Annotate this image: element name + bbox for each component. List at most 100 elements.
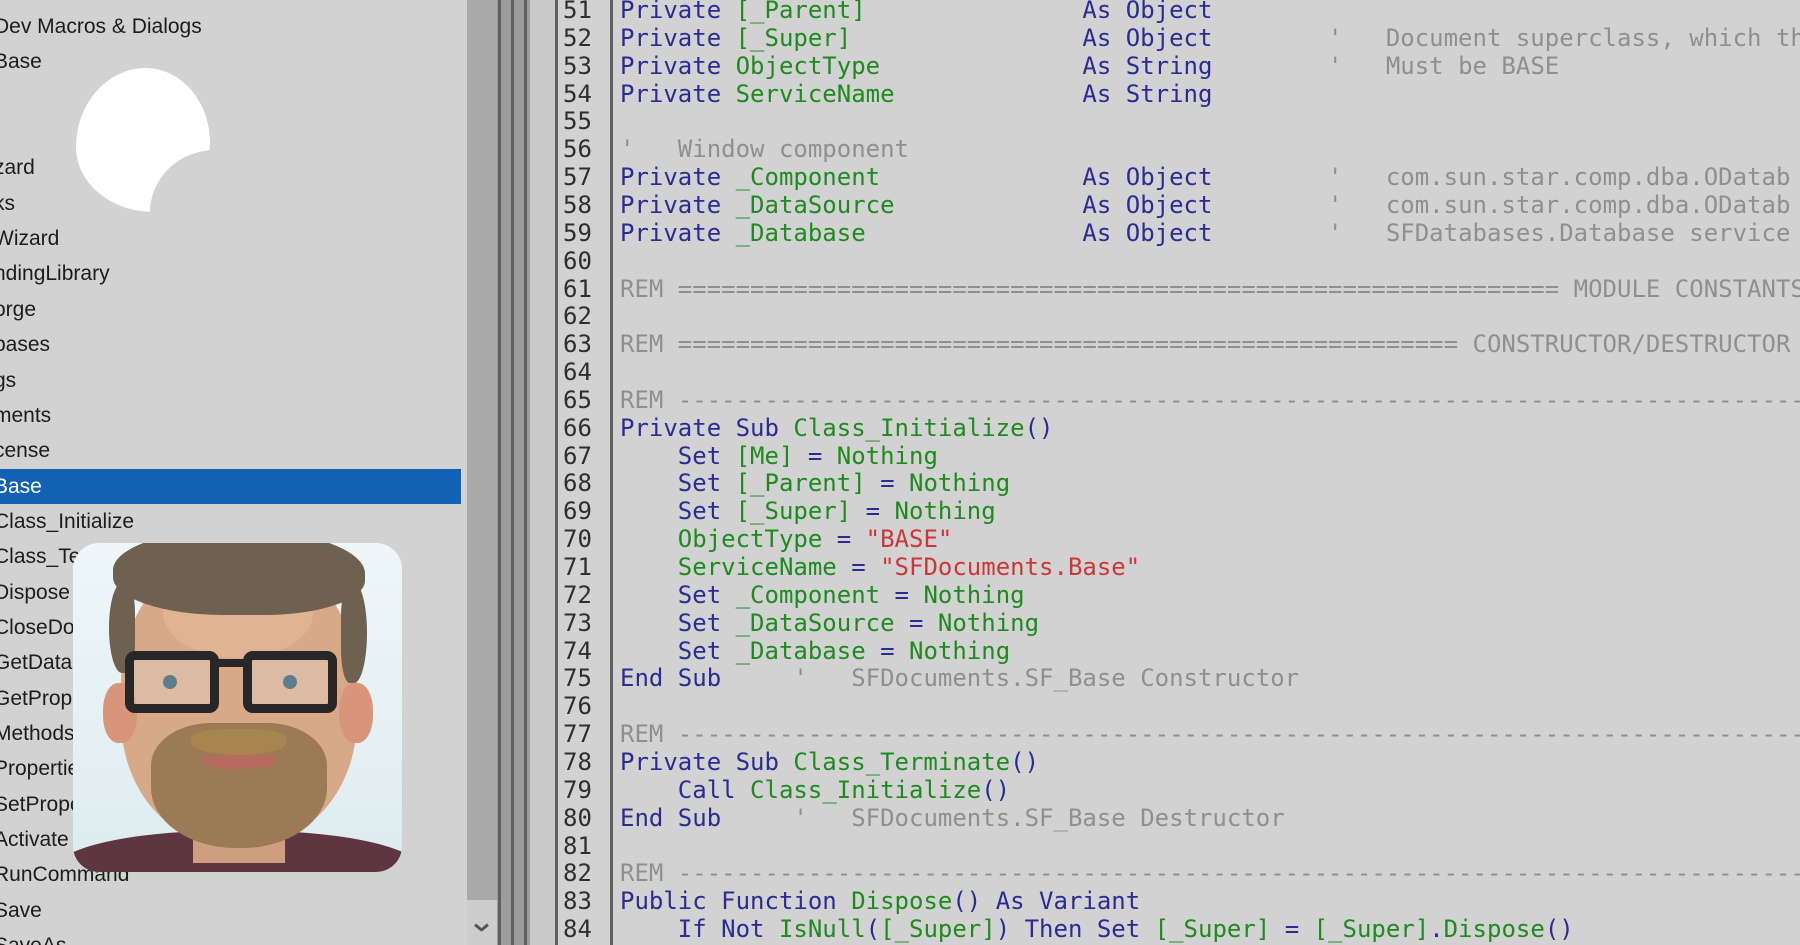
code-line: 60 (530, 247, 1800, 275)
code-line: 55 (530, 107, 1800, 135)
code-line: 84 If Not IsNull([_Super]) Then Set [_Su… (530, 915, 1800, 943)
code-line: 70 ObjectType = "BASE" (530, 525, 1800, 553)
basic-ide-screen: Dev Macros & DialogsBasezardksWizardndin… (0, 0, 1800, 945)
line-number: 55 (563, 107, 592, 135)
code-line: 61 REM ==================================… (530, 275, 1800, 303)
tree-item[interactable]: gs (0, 363, 461, 398)
code-line: 54 Private ServiceName As String (530, 80, 1800, 108)
tree-item[interactable] (0, 80, 461, 115)
code-line: 71 ServiceName = "SFDocuments.Base" (530, 553, 1800, 581)
code-line: 75 End Sub ' SFDocuments.SF_Base Construc… (530, 664, 1800, 692)
code-line: 53Private ObjectType As String ' Must be… (530, 52, 1800, 80)
tree-scrollbar-thumb[interactable] (467, 0, 497, 900)
tree-item[interactable]: cense (0, 433, 461, 468)
photo-glasses (125, 651, 353, 717)
code-text: Private _Component As Object ' com.sun.s… (620, 163, 1790, 191)
code-text: Set _Database = Nothing (620, 637, 1010, 665)
code-line: 83Public Function Dispose() As Variant (530, 887, 1800, 915)
line-number: 65 (563, 386, 592, 414)
divider-line (498, 0, 501, 945)
tree-item[interactable]: Dev Macros & Dialogs (0, 9, 461, 44)
code-text: Set [_Super] = Nothing (620, 497, 996, 525)
code-line: 69 Set [_Super] = Nothing (530, 497, 1800, 525)
line-number: 52 (563, 24, 592, 52)
line-number: 74 (563, 637, 592, 665)
tree-item[interactable]: Base (0, 469, 461, 504)
code-line: 78 Private Sub Class_Terminate() (530, 748, 1800, 776)
tree-item[interactable]: SaveAs (0, 928, 461, 945)
tree-item[interactable]: ments (0, 398, 461, 433)
line-number: 71 (563, 553, 592, 581)
panel-divider[interactable] (497, 0, 530, 945)
code-text: Public Function Dispose() As Variant (620, 887, 1140, 915)
code-text: REM ------------------------------------… (620, 859, 1800, 887)
code-text: ' Window component (620, 135, 909, 163)
code-line: 63 REM ==================================… (530, 330, 1800, 358)
code-text: ObjectType = "BASE" (620, 525, 952, 553)
line-number: 54 (563, 80, 592, 108)
code-text: Private [_Parent] As Object (620, 0, 1212, 24)
code-line: 67 Set [Me] = Nothing (530, 442, 1800, 470)
line-number: 75 (563, 664, 592, 692)
tree-item[interactable]: orge (0, 292, 461, 327)
code-text: End Sub ' SFDocuments.SF_Base Constructo… (620, 664, 1299, 692)
line-number: 67 (563, 442, 592, 470)
code-text: REM ====================================… (620, 275, 1800, 303)
scroll-down-button[interactable] (467, 915, 497, 945)
line-number: 63 (563, 330, 592, 358)
code-line: 51 Private [_Parent] As Object (530, 0, 1800, 24)
tree-item[interactable]: Save (0, 893, 461, 928)
code-text: REM ====================================… (620, 330, 1790, 358)
line-number: 68 (563, 469, 592, 497)
code-line: 52 Private [_Super] As Object ' Document … (530, 24, 1800, 52)
code-line: 57Private _Component As Object ' com.sun… (530, 163, 1800, 191)
code-line: 77 REM ----------------------------------… (530, 720, 1800, 748)
line-number: 77 (563, 720, 592, 748)
line-number: 62 (563, 302, 592, 330)
tree-item[interactable] (0, 115, 461, 150)
divider-line (524, 0, 527, 945)
tree-item[interactable]: Class_Initialize (0, 504, 461, 539)
code-text: Private [_Super] As Object ' Document su… (620, 24, 1800, 52)
code-line: 76 (530, 692, 1800, 720)
code-text: Set _DataSource = Nothing (620, 609, 1039, 637)
white-blob-notch (150, 150, 280, 275)
line-number: 61 (563, 275, 592, 303)
photo-mouth (203, 755, 275, 769)
code-line: 81 (530, 832, 1800, 860)
tree-item[interactable]: Base (0, 44, 461, 79)
tree-scrollbar[interactable] (467, 0, 497, 945)
code-line: 82REM ----------------------------------… (530, 859, 1800, 887)
code-text: Private _Database As Object ' SFDatabase… (620, 219, 1790, 247)
code-editor[interactable]: 51 Private [_Parent] As Object 52 Private [… (530, 0, 1800, 945)
line-number: 72 (563, 581, 592, 609)
chevron-down-icon (474, 923, 486, 935)
code-text: ServiceName = "SFDocuments.Base" (620, 553, 1140, 581)
line-number: 80 (563, 804, 592, 832)
code-text: Private Sub Class_Terminate() (620, 748, 1039, 776)
line-number: 56 (563, 135, 592, 163)
line-number: 79 (563, 776, 592, 804)
code-text: Private Sub Class_Initialize() (620, 414, 1053, 442)
line-number: 73 (563, 609, 592, 637)
code-line: 56 ' Window component (530, 135, 1800, 163)
tree-item[interactable]: bases (0, 327, 461, 362)
code-text: Call Class_Initialize() (620, 776, 1010, 804)
code-text: REM ------------------------------------… (620, 720, 1800, 748)
line-number: 53 (563, 52, 592, 80)
code-line: 72 Set _Component = Nothing (530, 581, 1800, 609)
photo-eye (163, 675, 177, 689)
code-line: 59Private _Database As Object ' SFDataba… (530, 219, 1800, 247)
divider-line (511, 0, 514, 945)
line-number: 81 (563, 832, 592, 860)
line-number: 58 (563, 191, 592, 219)
line-number: 78 (563, 748, 592, 776)
code-text: Private ServiceName As String (620, 80, 1212, 108)
line-number: 51 (563, 0, 592, 24)
line-number: 64 (563, 358, 592, 386)
code-line: 66Private Sub Class_Initialize() (530, 414, 1800, 442)
code-text: REM ------------------------------------… (620, 386, 1800, 414)
line-number: 84 (563, 915, 592, 943)
photo-eye (283, 675, 297, 689)
code-line: 64 (530, 358, 1800, 386)
